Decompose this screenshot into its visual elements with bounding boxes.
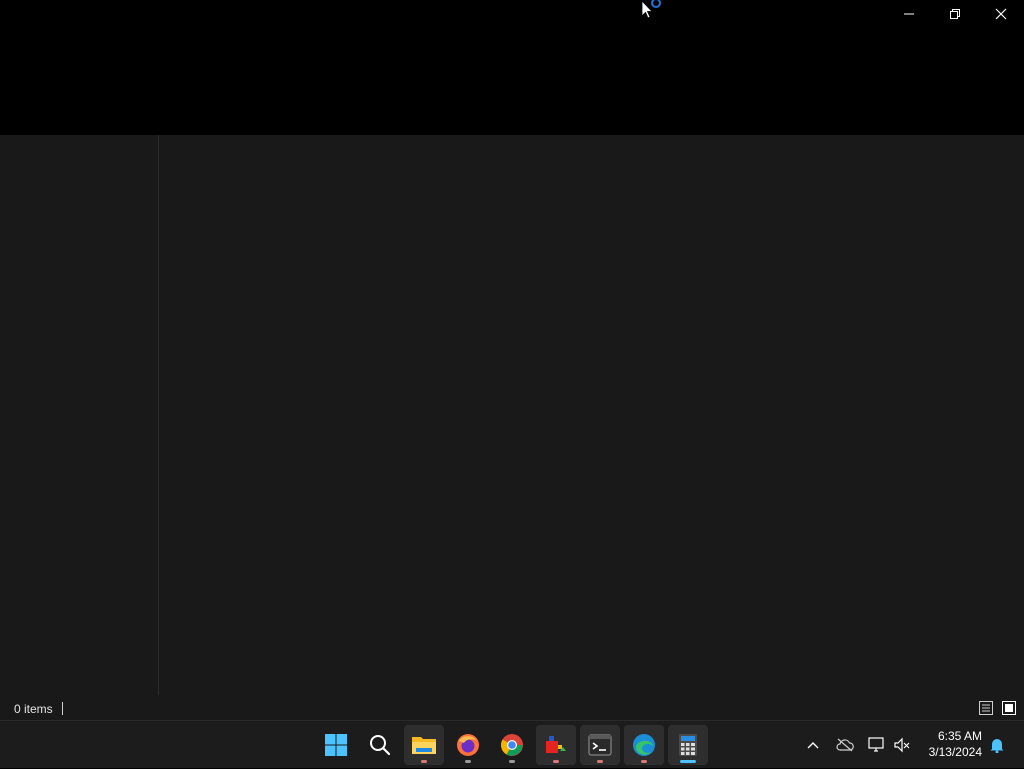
calculator-icon [679,734,697,756]
chrome-taskbar-button[interactable] [492,725,532,765]
details-view-button[interactable] [978,700,994,716]
close-icon [995,8,1007,20]
running-indicator [465,760,471,763]
windows-start-icon [325,734,347,756]
running-indicator [553,760,559,763]
app-taskbar-button[interactable] [536,725,576,765]
large-icons-view-button[interactable] [1001,700,1017,716]
terminal-icon [588,734,612,756]
show-hidden-icons-button[interactable] [802,721,824,769]
search-icon [370,735,391,756]
clock[interactable]: 6:35 AM 3/13/2024 [929,728,982,760]
terminal-taskbar-button[interactable] [580,725,620,765]
busy-cursor-icon [641,0,665,22]
close-button[interactable] [978,0,1024,28]
running-indicator [509,760,515,763]
volume-muted-icon [894,737,910,753]
firefox-taskbar-button[interactable] [448,725,488,765]
chevron-up-icon [807,742,819,749]
network-tray-button[interactable] [866,721,888,769]
item-count: 0 items [14,702,53,716]
file-list-pane[interactable] [159,135,1024,695]
network-icon [868,737,884,752]
notifications-button[interactable] [986,721,1008,769]
taskbar: 6:35 AM 3/13/2024 [0,720,1024,768]
status-separator [62,702,63,715]
bell-icon [990,739,1004,753]
status-bar: 0 items [0,698,1024,720]
details-view-icon [979,701,993,715]
explorer-window-body [0,135,1024,698]
file-explorer-taskbar-button[interactable] [404,725,444,765]
running-indicator [597,760,603,763]
calculator-taskbar-button[interactable] [668,725,708,765]
restore-icon [950,9,960,19]
edge-icon [633,734,655,756]
start-button[interactable] [316,725,356,765]
clock-date: 3/13/2024 [928,745,982,759]
cloud-off-icon [836,738,854,752]
chrome-icon [501,734,523,756]
window-controls [886,0,1024,28]
title-bar [0,0,1024,135]
minimize-icon [904,13,914,15]
onedrive-tray-button[interactable] [834,721,856,769]
clock-time: 6:35 AM [937,729,982,743]
app-icon [546,736,566,753]
large-icons-view-icon [1002,701,1016,715]
minimize-button[interactable] [886,0,932,28]
restore-button[interactable] [932,0,978,28]
search-button[interactable] [360,725,400,765]
running-indicator [421,760,427,763]
navigation-pane[interactable] [0,135,159,695]
edge-taskbar-button[interactable] [624,725,664,765]
volume-tray-button[interactable] [891,721,913,769]
firefox-icon [457,734,479,756]
active-indicator [680,760,696,763]
folder-icon [412,737,436,754]
running-indicator [641,760,647,763]
